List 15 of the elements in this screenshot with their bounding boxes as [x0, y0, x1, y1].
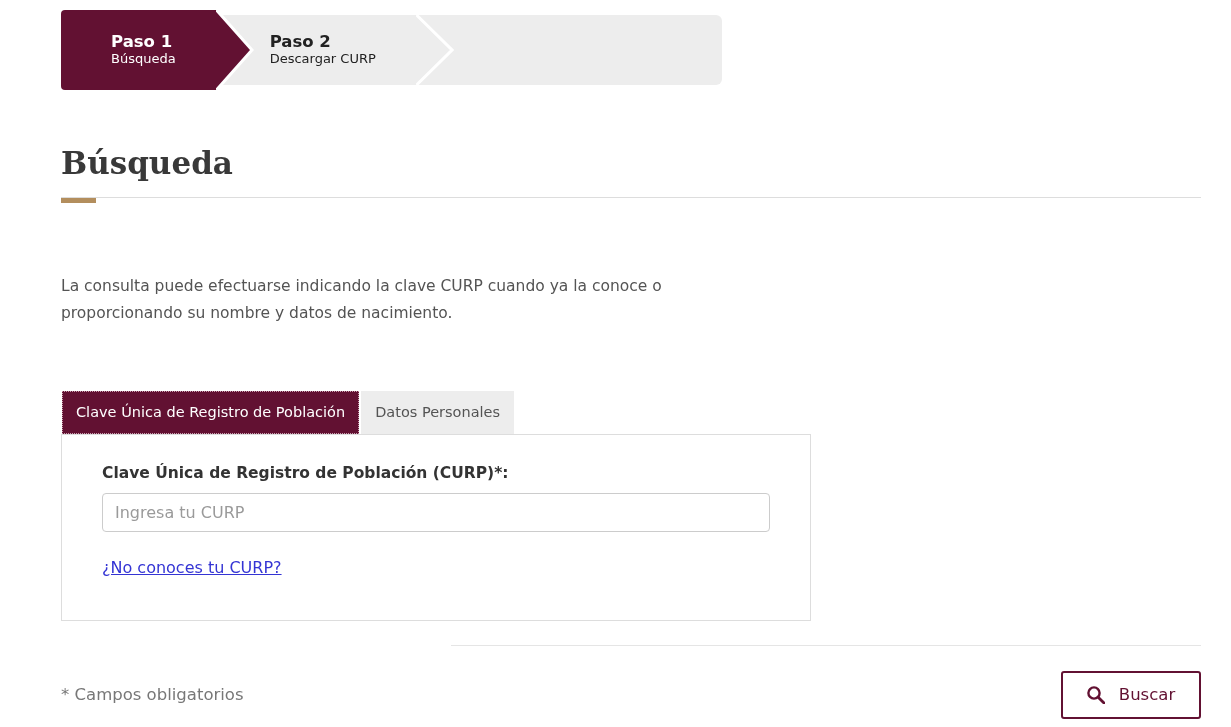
intro-text: La consulta puede efectuarse indicando la clave CURP cuando ya la conoce o proporcionando su nombre y datos de nacimiento.: [61, 276, 663, 325]
tab[interactable]: Datos Personales: [361, 391, 515, 435]
page-title: Búsqueda: [61, 145, 234, 183]
required-note: * Campos obligatorios: [61, 683, 244, 706]
step-title: Paso 2: [269, 31, 332, 52]
curp-input[interactable]: Ingresa tu CURP: [102, 493, 770, 533]
tab[interactable]: Clave Única de Registro de Población: [62, 391, 360, 435]
search-icon: [1086, 686, 1105, 705]
field-label: Clave Única de Registro de Población (CURP)*:: [102, 462, 510, 485]
search-button[interactable]: Buscar: [1061, 671, 1201, 720]
step-subtitle: Búsqueda: [111, 51, 176, 69]
step-subtitle: Descargar CURP: [269, 51, 376, 69]
step-title: Paso 1: [111, 31, 174, 52]
accent-bar: [61, 198, 96, 204]
help-link[interactable]: ¿No conoces tu CURP?: [102, 556, 282, 581]
